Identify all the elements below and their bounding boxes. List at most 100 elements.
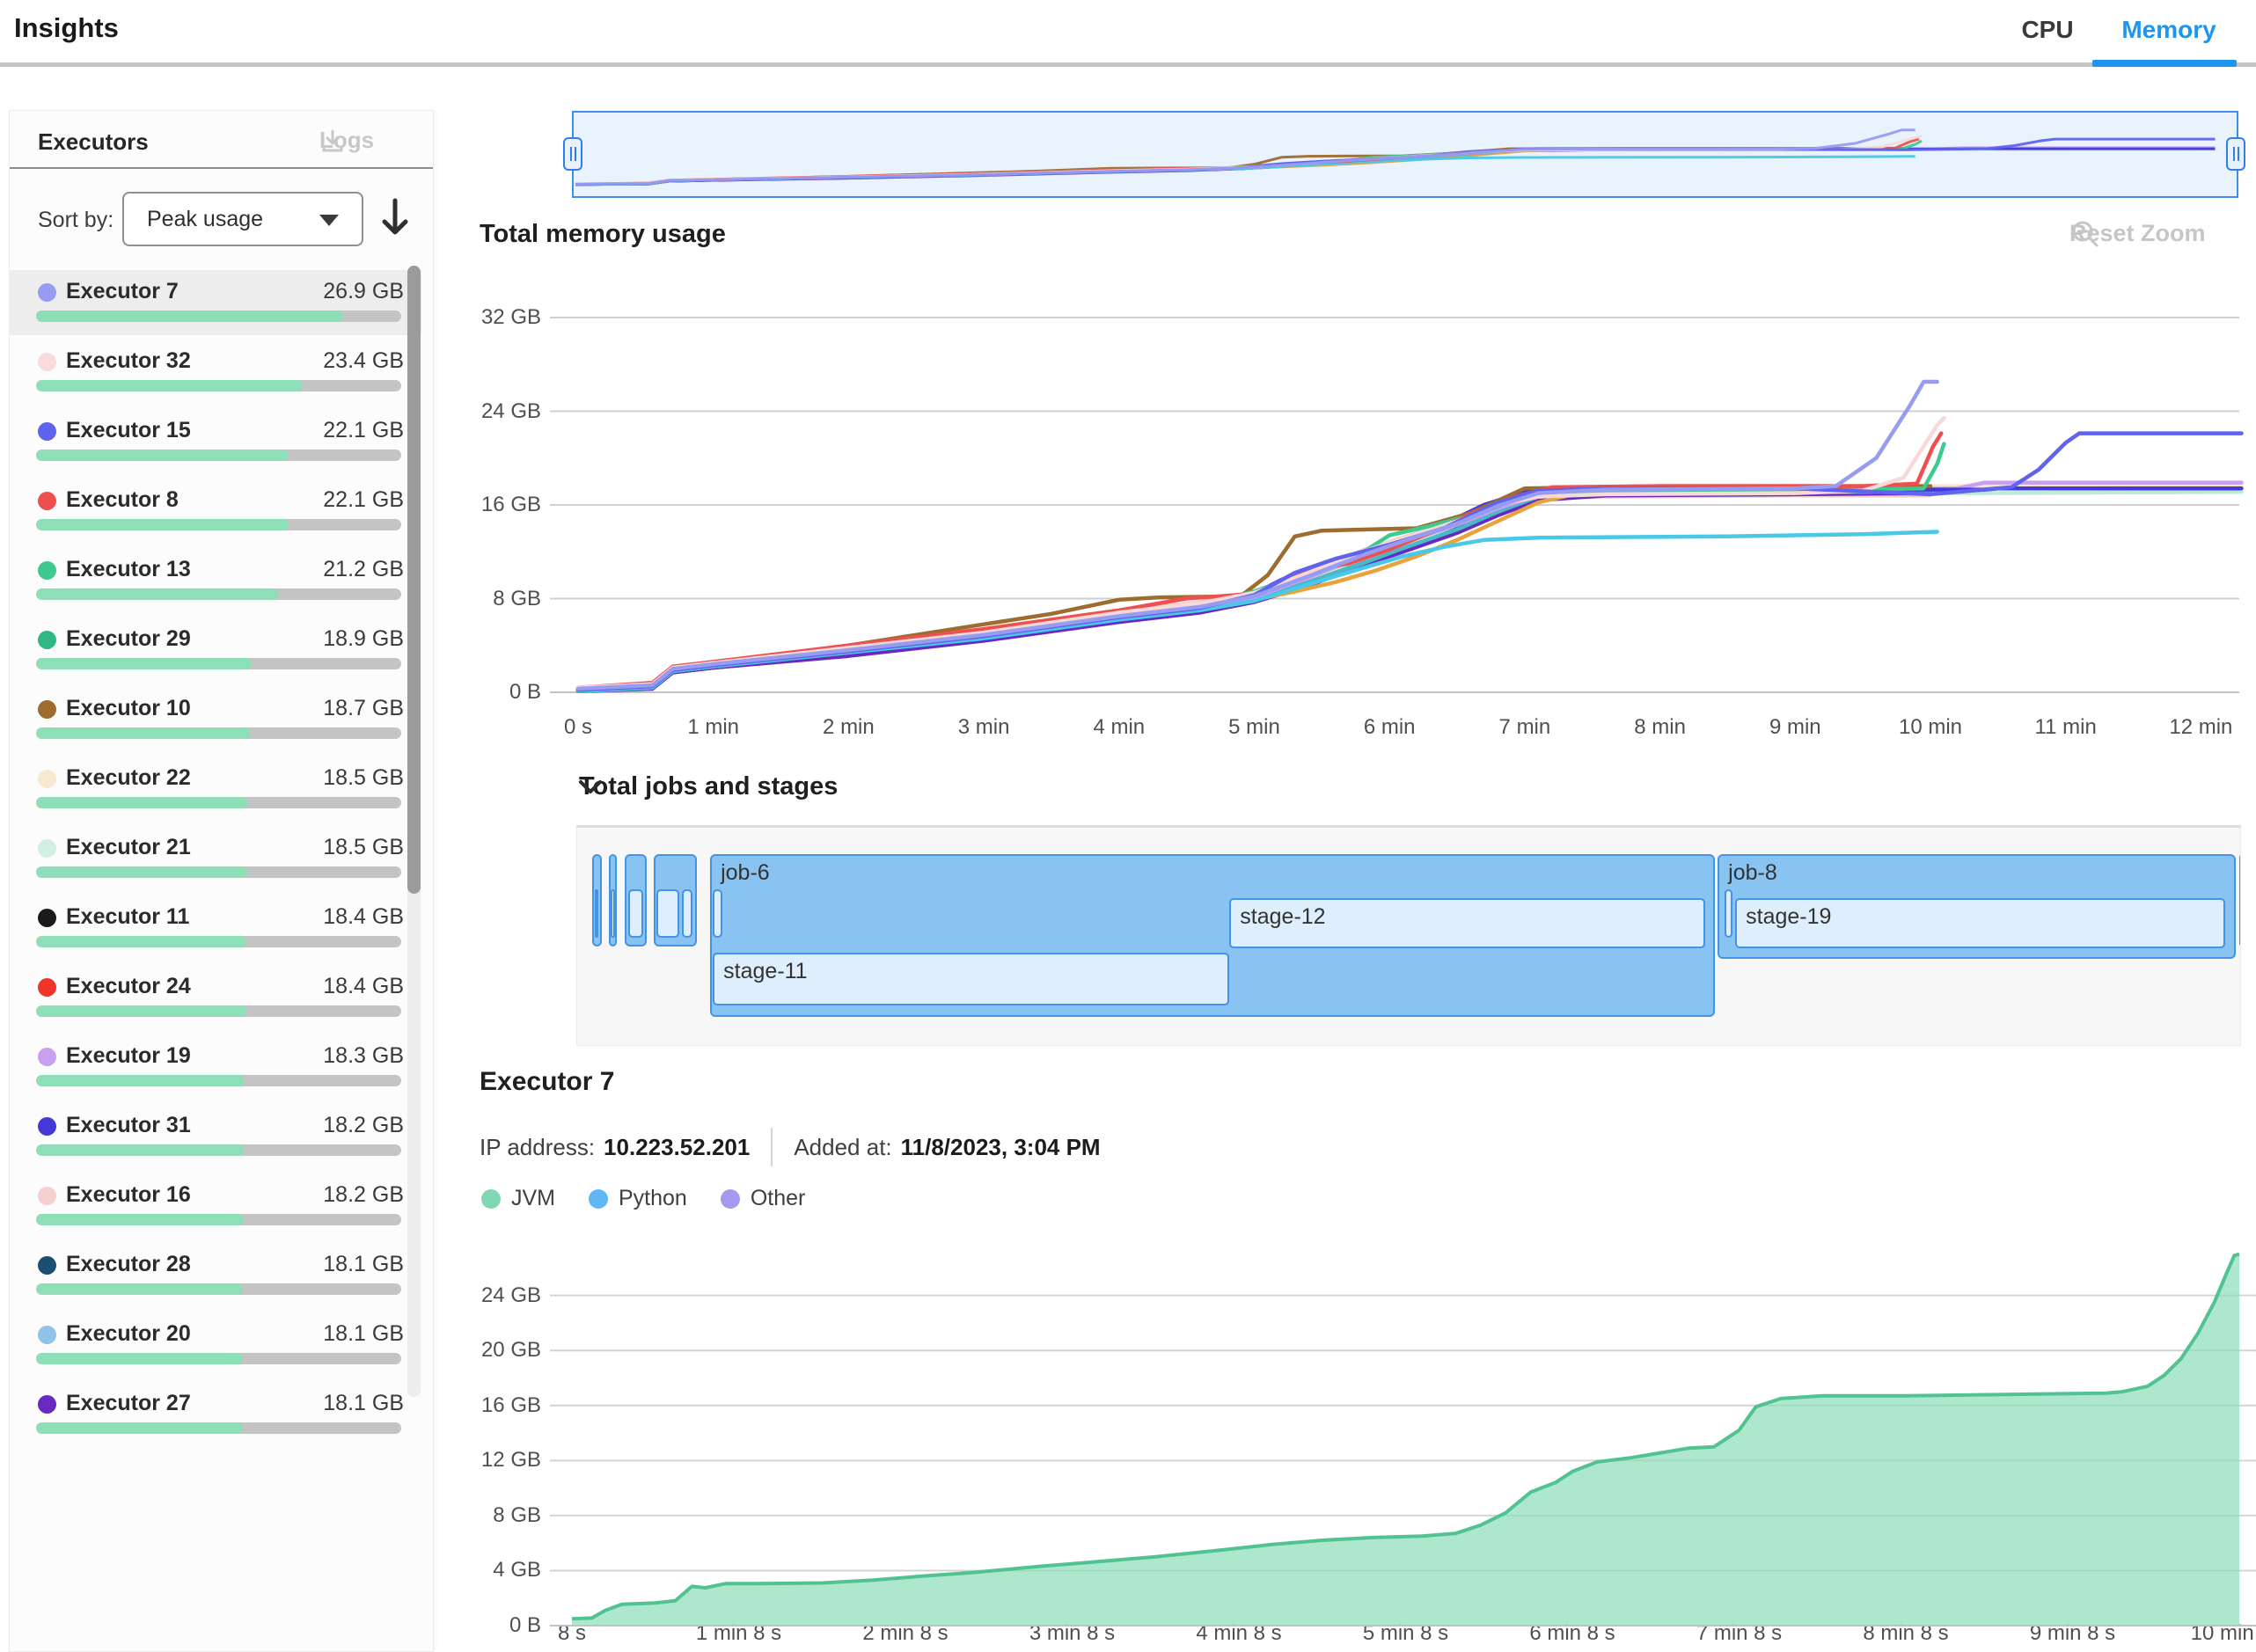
sort-select[interactable]: Peak usage [122, 192, 363, 246]
gantt-stage-stage-19[interactable]: stage-19 [1735, 898, 2224, 948]
gantt-stage[interactable] [682, 889, 692, 938]
executor-color-dot [38, 1048, 56, 1066]
memory-chart-title: Total memory usage [480, 220, 726, 249]
executor-usage-bar [36, 588, 401, 600]
logs-button[interactable]: Logs [319, 127, 374, 154]
x-tick-label: 10 min [1860, 714, 2001, 741]
list-item-executor[interactable]: Executor 3118.2 GB [10, 1104, 421, 1169]
gantt-stage-stage-12[interactable]: stage-12 [1229, 898, 1705, 948]
gantt-stage[interactable] [595, 889, 599, 938]
executor-usage-bar-fill [36, 380, 303, 391]
y-tick-label: 12 GB [431, 1447, 541, 1473]
executor-usage-bar [36, 1144, 401, 1156]
legend-color-dot [589, 1189, 608, 1209]
executor-peak-value: 22.1 GB [323, 418, 404, 443]
executor-color-dot [38, 909, 56, 927]
executor-usage-bar [36, 1353, 401, 1364]
list-item-executor[interactable]: Executor 726.9 GB [10, 270, 421, 335]
sort-direction-button[interactable] [376, 195, 414, 239]
x-tick-label: 12 min [2130, 714, 2256, 741]
legend-color-dot [721, 1189, 740, 1209]
divider [10, 167, 433, 169]
brush-handle-left[interactable] [563, 137, 582, 171]
tab-cpu[interactable]: CPU [1999, 16, 2096, 44]
executor-peak-value: 18.5 GB [323, 765, 404, 791]
x-tick-label: 2 min [778, 714, 919, 741]
list-item-executor[interactable]: Executor 1918.3 GB [10, 1034, 421, 1100]
executor-usage-bar [36, 380, 401, 391]
list-item-executor[interactable]: Executor 3223.4 GB [10, 340, 421, 405]
gantt-stage[interactable] [713, 889, 722, 938]
sidebar-scrollbar-thumb[interactable] [407, 266, 421, 894]
tab-memory[interactable]: Memory [2103, 16, 2235, 44]
executor-peak-value: 18.1 GB [323, 1391, 404, 1416]
executor-name: Executor 15 [66, 418, 191, 443]
page-title: Insights [14, 12, 119, 44]
list-item-executor[interactable]: Executor 1018.7 GB [10, 687, 421, 752]
gantt-stage-stage-11[interactable]: stage-11 [713, 953, 1229, 1005]
executor-peak-value: 18.1 GB [323, 1252, 404, 1277]
gantt-job[interactable] [2239, 854, 2241, 947]
y-tick-label: 0 B [431, 679, 541, 705]
list-item-executor[interactable]: Executor 15 22.1 GB [10, 409, 421, 474]
executor-peak-value: 18.7 GB [323, 696, 404, 721]
executor-peak-value: 22.1 GB [323, 487, 404, 513]
executor-usage-bar-fill [36, 1075, 245, 1086]
brush-handle-right[interactable] [2226, 137, 2245, 171]
legend-label: Other [751, 1186, 806, 1211]
x-tick-label: 6 min [1319, 714, 1460, 741]
reset-zoom-button[interactable]: Reset Zoom [2069, 220, 2206, 247]
executor-usage-bar-fill [36, 1005, 246, 1017]
memory-line-chart[interactable] [550, 299, 2239, 713]
legend-label: JVM [511, 1186, 555, 1211]
list-item-executor[interactable]: Executor 27 18.1 GB [10, 1382, 421, 1447]
executor-usage-bar [36, 311, 401, 322]
executor-name: Executor 27 [66, 1391, 191, 1416]
added-at-value: 11/8/2023, 3:04 PM [901, 1134, 1101, 1161]
divider [771, 1128, 773, 1166]
executor-usage-bar-fill [36, 311, 343, 322]
executor-area-chart[interactable] [550, 1236, 2256, 1632]
executor-usage-bar-fill [36, 727, 250, 739]
list-item-executor[interactable]: Executor 1618.2 GB [10, 1173, 421, 1239]
list-item-executor[interactable]: Executor 2418.4 GB [10, 965, 421, 1030]
gantt-stage[interactable] [611, 889, 615, 938]
gantt-job-label: job-6 [721, 860, 770, 886]
executor-usage-bar [36, 936, 401, 947]
list-item-executor[interactable]: Executor 2218.5 GB [10, 757, 421, 822]
executor-name: Executor 11 [66, 904, 189, 930]
brush-minimap-chart [572, 111, 2235, 194]
executor-usage-bar [36, 797, 401, 808]
executor-usage-bar [36, 450, 401, 461]
executor-usage-bar [36, 1422, 401, 1434]
jobs-section-toggle[interactable]: Total jobs and stages [579, 772, 838, 801]
executor-color-dot [38, 561, 56, 580]
x-tick-label: 5 min [1184, 714, 1325, 741]
executor-color-dot [38, 839, 56, 858]
executor-name: Executor 20 [66, 1321, 191, 1347]
executor-usage-bar [36, 1075, 401, 1086]
list-item-executor[interactable]: Executor 2118.5 GB [10, 826, 421, 891]
executor-peak-value: 23.4 GB [323, 348, 404, 374]
gantt-stage[interactable] [628, 889, 643, 938]
gantt-stage[interactable] [1725, 889, 1732, 938]
executor-usage-bar-fill [36, 1283, 243, 1295]
jobs-stages-gantt: job-6job-8stage-12stage-19stage-11 [576, 825, 2241, 1046]
executor-usage-bar-fill [36, 588, 278, 600]
list-item-executor[interactable]: Executor 2918.9 GB [10, 618, 421, 683]
list-item-executor[interactable]: Executor 1321.2 GB [10, 548, 421, 613]
executor-name: Executor 29 [66, 626, 191, 652]
executor-color-dot [38, 1326, 56, 1344]
executor-peak-value: 18.4 GB [323, 904, 404, 930]
gantt-stage[interactable] [656, 889, 679, 938]
executor-usage-bar [36, 519, 401, 530]
y-tick-label: 24 GB [431, 398, 541, 425]
list-item-executor[interactable]: Executor 11 18.4 GB [10, 895, 421, 961]
list-item-executor[interactable]: Executor 2018.1 GB [10, 1312, 421, 1378]
list-item-executor[interactable]: Executor 822.1 GB [10, 479, 421, 544]
list-item-executor[interactable]: Executor 2818.1 GB [10, 1243, 421, 1308]
executor-usage-bar [36, 1283, 401, 1295]
header-divider [0, 62, 2256, 67]
executor-usage-bar-fill [36, 936, 246, 947]
executor-usage-bar-fill [36, 519, 289, 530]
